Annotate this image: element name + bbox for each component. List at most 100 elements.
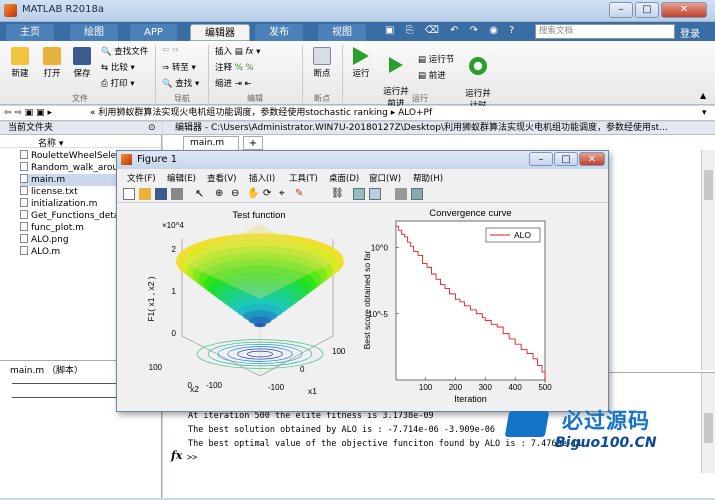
indent-button[interactable]: 缩进 ⇥ ⇤ [215,77,252,89]
figure-menu-item[interactable]: 编辑(E) [167,172,196,184]
figure-menu-item[interactable]: 插入(I) [249,172,275,184]
figure-window[interactable]: Figure 1 – □ ✕ 文件(F) 编辑(E) 查看(V) 插入(I) 工具(T)… [116,150,609,412]
figure-menu-item[interactable]: 查看(V) [207,172,236,184]
zoom-in-icon[interactable]: ⊕ [215,188,227,200]
tab-plots[interactable]: 绘图 [70,24,118,41]
maximize-button[interactable]: □ [635,2,659,18]
pan-icon[interactable]: ✋ [247,188,259,200]
figure-canvas[interactable]: Test function 0 1 2 ×10^4 F1( x1 , x2 ) -100 0 1… [118,204,607,411]
insert-label: 插入 [215,47,233,57]
fx-icon[interactable]: fx [171,449,182,462]
pointer-icon[interactable]: ↖ [195,188,207,200]
tab-publish[interactable]: 发布 [255,24,303,41]
details-title: main.m （脚本） [10,366,83,376]
cmd-prompt[interactable]: >> [187,453,197,463]
file-icon [20,186,28,195]
tab-apps[interactable]: APP [130,24,177,41]
x-axis-label: Iteration [454,394,487,404]
app-title-bar: MATLAB R2018a – □ ✕ [0,0,715,22]
show-tools-icon[interactable] [411,188,423,200]
current-folder-header: 当前文件夹 [0,122,162,135]
figure-title: Figure 1 [137,154,178,165]
legend-icon[interactable] [369,188,381,200]
figure-close-button[interactable]: ✕ [579,152,605,166]
find-button[interactable]: 🔍 查找 ▾ [162,77,199,89]
save-figure-icon[interactable] [155,188,167,200]
compare-icon: ⇆ [101,63,109,73]
figure-menu-item[interactable]: 桌面(D) [329,172,359,184]
figure-menu-item[interactable]: 窗口(W) [369,172,401,184]
colorbar-icon[interactable] [353,188,365,200]
open-file-icon[interactable] [139,188,151,200]
save-button[interactable]: 保存 [68,47,96,79]
minimize-button[interactable]: – [609,2,633,18]
login-link[interactable]: 登录 [680,25,700,40]
watermark: 必过源码 Biguo100.CN [504,405,712,465]
x1-tick-label: 0 [300,365,305,374]
address-bar[interactable]: ⇦ ⇨ ▣ ▣ ▸ « 利用狮蚁群算法实现火电机组功能调度，参数经使用stoch… [0,106,715,121]
z-axis-label: F1( x1 , x2 ) [146,276,156,322]
comment-button[interactable]: 注释 % % [215,61,254,73]
advance-button[interactable]: ▤ 前进 [418,69,446,81]
current-path[interactable]: « 利用狮蚁群算法实现火电机组功能调度，参数经使用stochastic rank… [90,106,432,120]
ribbon-separator [342,45,343,103]
editor-header: 编辑器 - C:\Users\Administrator.WIN7U-20180… [163,122,715,135]
figure-toolbar: ↖ ⊕ ⊖ ✋ ⟳ ⌖ ✎ ⛓ [117,185,608,203]
run-button[interactable]: 运行 [348,47,374,79]
y-axis-label: Best score obtained so far [362,250,372,349]
print-figure-icon[interactable] [171,188,183,200]
search-docs-input[interactable]: 搜索文档 [535,24,675,39]
compare-button[interactable]: ⇆ 比较 ▾ [101,61,135,73]
scroll-thumb[interactable] [704,170,713,200]
folder-icon [43,47,61,65]
path-dropdown-icon[interactable]: ▾ [702,106,707,120]
name-column-header[interactable]: 名称 ▾ [0,136,162,149]
rotate-icon[interactable]: ⟳ [263,188,275,200]
ribbon-separator [302,45,303,103]
file-icon [20,210,28,219]
figure-menu-item[interactable]: 文件(F) [127,172,156,184]
data-cursor-icon[interactable]: ⌖ [279,188,291,200]
file-name: license.txt [31,187,78,197]
zoom-out-icon[interactable]: ⊖ [231,188,243,200]
cmd-output-line: At iteration 500 the elite fitness is 3.… [188,411,434,421]
run-label: 运行 [352,69,370,79]
quick-access-toolbar[interactable]: ▣ ⎘ ⌫ ↶ ↷ ◉ ? [385,25,525,39]
link-icon[interactable]: ⛓ [331,188,344,200]
y-tick-label: 10^0 [371,244,389,253]
breakpoints-button[interactable]: 断点 [308,47,336,79]
new-figure-icon[interactable] [123,188,135,200]
brush-icon[interactable]: ✎ [295,188,307,200]
back-forward-buttons[interactable]: ⇦ ⇨ [162,45,179,55]
new-tab-button[interactable]: + [243,136,263,150]
goto-button[interactable]: ⇒ 转至 ▾ [162,61,196,73]
figure-maximize-button[interactable]: □ [554,152,578,166]
x-tick-label: 100 [419,383,433,392]
tab-view[interactable]: 视图 [318,24,366,41]
panel-menu-icon[interactable]: ⊙ [148,123,156,133]
tab-home[interactable]: 主页 [6,24,54,41]
collapse-ribbon-icon[interactable]: ▲ [700,91,706,100]
hide-tools-icon[interactable] [395,188,407,200]
nav-arrows-icon[interactable]: ⇦ ⇨ ▣ ▣ ▸ [4,106,52,120]
new-button[interactable]: 新建 [6,47,34,79]
run-section-button[interactable]: ▤ 运行节 [418,53,454,65]
x2-axis-label: x2 [190,384,199,394]
tab-editor[interactable]: 编辑器 [190,24,250,41]
figure-minimize-button[interactable]: – [529,152,553,166]
print-icon: ⎙ [101,79,108,89]
editor-scrollbar[interactable] [701,150,715,370]
run-section-label: 运行节 [428,55,455,65]
x-tick-label: 300 [479,383,493,392]
find-files-button[interactable]: 🔍 查找文件 [101,45,148,57]
z-scale-label: ×10^4 [162,221,184,230]
open-button[interactable]: 打开 [38,47,66,79]
figure-menu-item[interactable]: 工具(T) [289,172,318,184]
watermark-main: 必过源码 [562,409,650,433]
breakpoint-label: 断点 [313,69,331,79]
print-button[interactable]: ⎙ 打印 ▾ [101,77,135,89]
close-button[interactable]: ✕ [661,2,707,18]
figure-menu-item[interactable]: 帮助(H) [413,172,443,184]
insert-button[interactable]: 插入 ▤ fx ▾ [215,45,260,57]
editor-tab-main[interactable]: main.m [183,136,239,150]
